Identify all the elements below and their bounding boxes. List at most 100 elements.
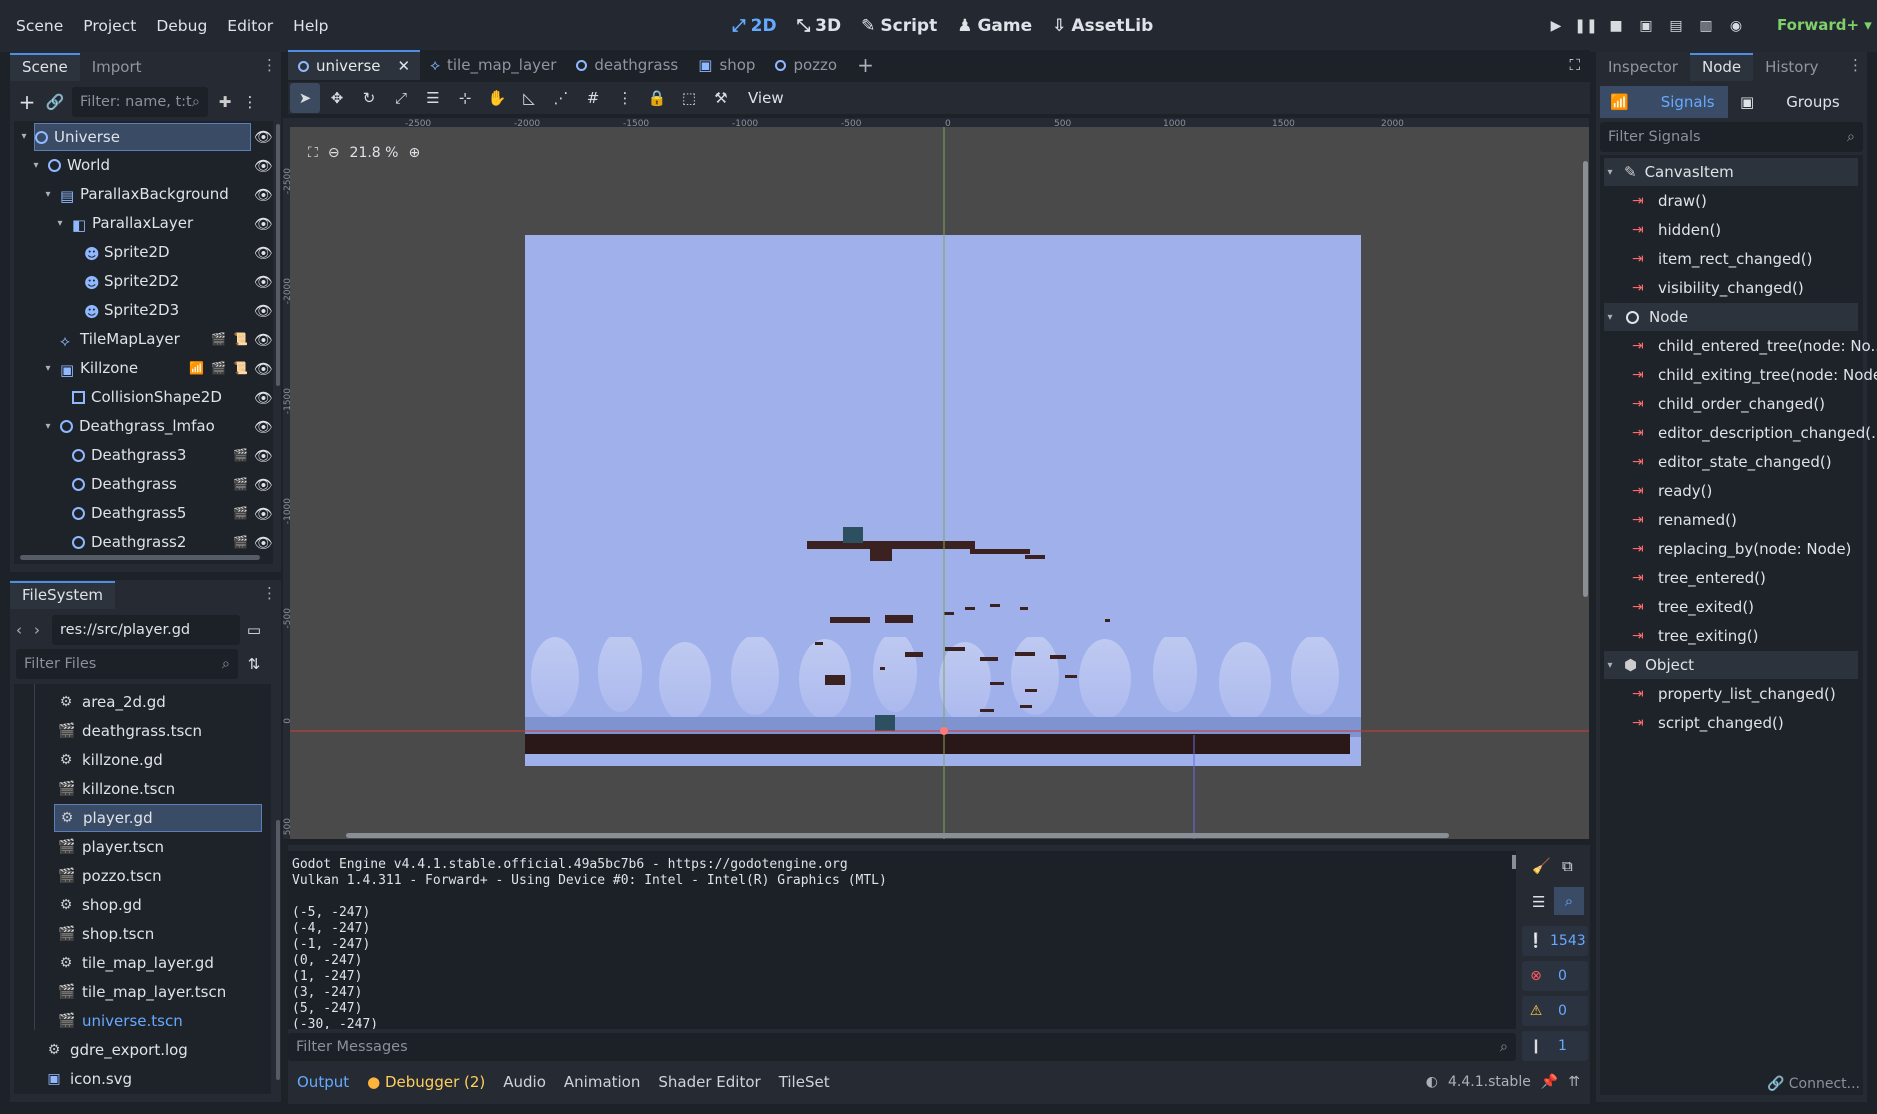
filter-messages-input[interactable]: Filter Messages ⌕ (288, 1033, 1516, 1061)
scene-instance-icon[interactable]: 🎬 (211, 332, 226, 346)
smart-snap-icon[interactable]: ⋰ (546, 83, 576, 113)
visibility-icon[interactable]: 👁 (254, 186, 273, 204)
distraction-free-icon[interactable]: ⛶ (1569, 56, 1590, 74)
renderer-selector[interactable]: Forward+ ▾ (1777, 16, 1872, 34)
signal-item[interactable]: ⇥ item_rect_changed() (1632, 245, 1813, 273)
tree-item-sprite2d2[interactable]: ☻ Sprite2D2 👁 (84, 267, 273, 295)
tab-import[interactable]: Import (80, 53, 154, 81)
file-vscrollbar[interactable] (276, 820, 280, 1080)
tree-item-deathgrass3[interactable]: Deathgrass3 🎬 👁 (72, 441, 273, 469)
visibility-icon[interactable]: 👁 (254, 447, 273, 465)
file-item[interactable]: 🎬 shop.tscn (58, 920, 154, 948)
visibility-icon[interactable]: 👁 (254, 505, 273, 523)
signal-item[interactable]: ⇥ hidden() (1632, 216, 1721, 244)
visibility-icon[interactable]: 👁 (254, 157, 273, 175)
sort-icon[interactable]: ⇅ (244, 655, 264, 673)
file-item[interactable]: ⚙ area_2d.gd (58, 688, 166, 716)
collapse-arrow-icon[interactable]: ▾ (54, 218, 66, 229)
tree-hscrollbar[interactable] (20, 555, 260, 560)
signal-item[interactable]: ⇥ replacing_by(node: Node) (1632, 535, 1851, 563)
collapse-arrow-icon[interactable]: ▾ (42, 189, 54, 200)
dock-menu-icon[interactable]: ⋮ (262, 584, 277, 602)
signal-section-object[interactable]: ▾ ⬢ Object (1604, 651, 1858, 679)
remote-debug-icon[interactable]: ▣ (1631, 11, 1661, 41)
viewport-vscrollbar[interactable] (1583, 161, 1588, 597)
editor-messages-filter-toggle[interactable]: ❙ 1 (1522, 1031, 1588, 1061)
scale-tool-icon[interactable]: ⤢ (386, 83, 416, 113)
file-item[interactable]: ▣ icon.svg (46, 1065, 132, 1093)
tab-animation[interactable]: Animation (555, 1073, 649, 1091)
file-item-current-scene[interactable]: 🎬 universe.tscn (58, 1007, 183, 1035)
tree-item-deathgrass2[interactable]: Deathgrass2 🎬 👁 (72, 528, 273, 556)
move-tool-icon[interactable]: ✥ (322, 83, 352, 113)
collapse-output-icon[interactable]: ☰ (1532, 893, 1545, 911)
visibility-icon[interactable]: 👁 (254, 331, 273, 349)
grid-snap-icon[interactable]: # (578, 83, 608, 113)
connect-button[interactable]: 🔗 Connect... (1606, 1070, 1860, 1098)
signal-item[interactable]: ⇥ tree_entered() (1632, 564, 1766, 592)
tree-item-parallaxlayer[interactable]: ▾ ◧ ParallaxLayer 👁 (54, 209, 273, 237)
messages-filter-toggle[interactable]: ❕ 1543 (1522, 926, 1588, 956)
file-item-selected[interactable]: ⚙ player.gd (54, 804, 262, 832)
copy-output-icon[interactable]: ⧉ (1562, 857, 1573, 875)
tree-item-universe[interactable]: Universe (34, 123, 251, 151)
scene-instance-icon[interactable]: 🎬 (211, 361, 226, 375)
clear-output-icon[interactable]: 🧹 (1532, 857, 1551, 875)
tab-filesystem[interactable]: FileSystem (10, 581, 116, 609)
tree-item-sprite2d3[interactable]: ☻ Sprite2D3 👁 (84, 296, 273, 324)
pin-icon[interactable]: 📌 (1541, 1074, 1558, 1090)
file-item[interactable]: ⚙ killzone.gd (58, 746, 163, 774)
script-icon[interactable]: 📜 (233, 361, 248, 375)
visibility-icon[interactable]: 👁 (254, 389, 273, 407)
back-icon[interactable]: ‹ (16, 621, 30, 639)
expand-panel-icon[interactable]: ⇈ (1568, 1074, 1580, 1090)
signals-tab[interactable]: 📶 Signals (1600, 86, 1728, 118)
visibility-icon[interactable]: 👁 (254, 215, 273, 233)
tree-item-parallaxbackground[interactable]: ▾ ▤ ParallaxBackground 👁 (42, 180, 273, 208)
tree-item-tilemaplayer[interactable]: ⟡ TileMapLayer 🎬 📜 👁 (60, 325, 273, 353)
tab-output[interactable]: Output (288, 1073, 358, 1091)
collapse-arrow-icon[interactable]: ▾ (30, 160, 42, 171)
file-item[interactable]: 🎬 tile_map_layer.tscn (58, 978, 226, 1006)
signal-icon[interactable]: 📶 (189, 361, 204, 375)
warnings-filter-toggle[interactable]: ⚠ 0 (1522, 996, 1588, 1026)
view-menu-button[interactable]: View (738, 89, 794, 107)
dock-menu-icon[interactable]: ⋮ (262, 56, 277, 74)
file-item[interactable]: 🎬 pozzo.tscn (58, 862, 162, 890)
signal-item[interactable]: ⇥ child_exiting_tree(node: Node) (1632, 361, 1877, 389)
search-toggle-icon[interactable]: ⌕ (1554, 887, 1584, 915)
filter-signals-input[interactable]: Filter Signals ⌕ (1600, 122, 1863, 152)
tab-debugger[interactable]: ● Debugger (2) (358, 1073, 494, 1091)
pivot-tool-icon[interactable]: ⊹ (450, 83, 480, 113)
output-scrollbar[interactable] (1512, 855, 1516, 869)
select-tool-icon[interactable]: ➤ (290, 83, 320, 113)
collapse-arrow-icon[interactable]: ▾ (18, 131, 30, 142)
lock-icon[interactable]: 🔒 (642, 83, 672, 113)
list-select-icon[interactable]: ☰ (418, 83, 448, 113)
tree-item-deathgrass[interactable]: Deathgrass 🎬 👁 (72, 470, 273, 498)
menu-help[interactable]: Help (283, 17, 338, 35)
script-icon[interactable]: 📜 (233, 332, 248, 346)
collapse-arrow-icon[interactable]: ▾ (1604, 660, 1616, 671)
file-item[interactable]: ⚙ shop.gd (58, 891, 142, 919)
tab-history[interactable]: History (1753, 53, 1830, 81)
add-node-icon[interactable]: + (16, 90, 38, 114)
visibility-icon[interactable]: 👁 (254, 244, 273, 262)
scene-tab-shop[interactable]: ▣ shop (688, 50, 765, 80)
stop-icon[interactable]: ■ (1601, 11, 1631, 41)
path-field[interactable]: res://src/player.gd (52, 615, 240, 645)
pause-icon[interactable]: ❚❚ (1571, 11, 1601, 41)
play-scene-icon[interactable]: ▤ (1661, 11, 1691, 41)
groups-tab[interactable]: ▣ Groups (1728, 86, 1858, 118)
menu-project[interactable]: Project (73, 17, 146, 35)
tree-item-killzone[interactable]: ▾ ▣ Killzone 📶 🎬 📜 👁 (42, 354, 273, 382)
visibility-icon[interactable]: 👁 (254, 418, 273, 436)
signal-item[interactable]: ⇥ draw() (1632, 187, 1707, 215)
tree-item-world[interactable]: ▾ World 👁 (30, 151, 273, 179)
menu-editor[interactable]: Editor (217, 17, 283, 35)
visibility-icon[interactable]: 👁 (254, 476, 273, 494)
ruler-tool-icon[interactable]: ◺ (514, 83, 544, 113)
menu-debug[interactable]: Debug (146, 17, 217, 35)
file-item[interactable]: ⚙ tile_map_layer.gd (58, 949, 214, 977)
rotate-tool-icon[interactable]: ↻ (354, 83, 384, 113)
